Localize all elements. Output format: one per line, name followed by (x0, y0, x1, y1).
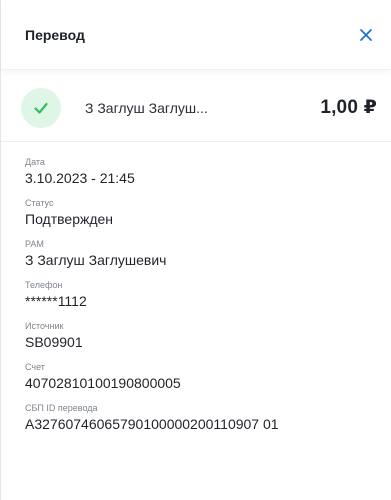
field-value: З Заглуш Заглушевич (25, 252, 167, 268)
field-label: РАМ (25, 239, 44, 249)
status-success-badge (21, 87, 61, 128)
close-icon (360, 28, 372, 41)
field-status: Статус Подтвержден (25, 197, 367, 228)
field-source: Источник SB09901 (25, 320, 367, 351)
transfer-summary: З Заглуш Заглуш... 1,00 ₽ (1, 74, 391, 142)
field-label: Статус (25, 198, 54, 208)
field-phone: Телефон ******1112 (25, 279, 367, 310)
panel-header: Перевод (1, 0, 391, 70)
field-label: СБП ID перевода (25, 403, 98, 413)
field-value: ******1112 (25, 293, 87, 309)
details-list: Дата 3.10.2023 - 21:45 Статус Подтвержде… (1, 142, 391, 433)
close-button[interactable] (355, 24, 377, 46)
field-label: Телефон (25, 280, 63, 290)
page-title: Перевод (25, 26, 85, 43)
check-icon (34, 102, 48, 114)
field-label: Дата (25, 157, 45, 167)
field-label: Счет (25, 362, 45, 372)
field-value: Подтвержден (25, 211, 114, 227)
field-label: Источник (25, 321, 64, 331)
transfer-amount: 1,00 ₽ (320, 97, 377, 118)
field-value: A32760746065790100000200110907 01 (25, 416, 279, 432)
transfer-details-panel: Перевод З Заглуш Заглуш... 1,00 ₽ Дата 3… (0, 0, 391, 500)
field-date: Дата 3.10.2023 - 21:45 (25, 156, 367, 187)
field-account: Счет 40702810100190800005 (25, 361, 367, 392)
field-sbp-id: СБП ID перевода A32760746065790100000200… (25, 402, 367, 433)
recipient-name: З Заглуш Заглуш... (85, 99, 208, 116)
field-pam: РАМ З Заглуш Заглушевич (25, 238, 367, 269)
field-value: 3.10.2023 - 21:45 (25, 170, 135, 186)
field-value: SB09901 (25, 334, 83, 350)
field-value: 40702810100190800005 (25, 375, 181, 391)
